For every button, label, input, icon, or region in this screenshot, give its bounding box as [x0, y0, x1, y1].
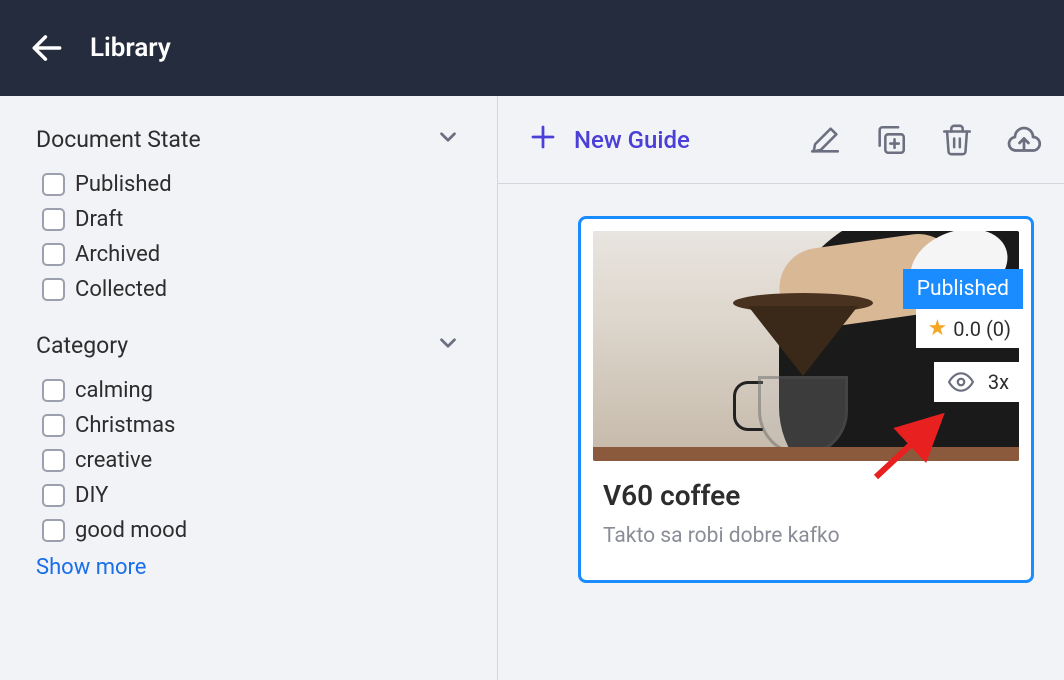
views-badge: 3x: [934, 362, 1023, 402]
filter-label: creative: [75, 448, 152, 473]
filter-option-published[interactable]: Published: [42, 172, 461, 197]
show-more-link[interactable]: Show more: [36, 555, 461, 580]
filter-option-archived[interactable]: Archived: [42, 242, 461, 267]
filter-option-christmas[interactable]: Christmas: [42, 413, 461, 438]
new-guide-button[interactable]: New Guide: [520, 110, 698, 170]
filter-label: Archived: [75, 242, 160, 267]
checkbox[interactable]: [42, 278, 65, 301]
rating-value: 0.0 (0): [953, 317, 1011, 341]
filter-title: Category: [36, 332, 128, 359]
filter-label: Draft: [75, 207, 123, 232]
filter-section-document-state: Document State Published Draft Archived: [36, 124, 461, 302]
checkbox[interactable]: [42, 414, 65, 437]
edit-button[interactable]: [808, 123, 842, 157]
app-header: Library: [0, 0, 1064, 96]
card-description: Takto sa robi dobre kafko: [603, 524, 1009, 548]
filter-label: calming: [75, 378, 153, 403]
filter-option-good-mood[interactable]: good mood: [42, 518, 461, 543]
filter-option-diy[interactable]: DIY: [42, 483, 461, 508]
upload-button[interactable]: [1006, 122, 1042, 158]
filter-title: Document State: [36, 126, 201, 153]
filter-label: good mood: [75, 518, 187, 543]
checkbox[interactable]: [42, 243, 65, 266]
filter-header-category[interactable]: Category: [36, 330, 461, 360]
eye-icon: [948, 369, 974, 395]
new-guide-label: New Guide: [574, 126, 690, 154]
status-badge: Published: [903, 269, 1023, 309]
checkbox[interactable]: [42, 173, 65, 196]
checkbox[interactable]: [42, 379, 65, 402]
filter-label: Collected: [75, 277, 167, 302]
checkbox[interactable]: [42, 449, 65, 472]
card-title: V60 coffee: [603, 479, 1009, 512]
chevron-down-icon: [435, 124, 461, 154]
filter-option-collected[interactable]: Collected: [42, 277, 461, 302]
plus-icon: [528, 122, 558, 158]
filter-label: Christmas: [75, 413, 175, 438]
back-button[interactable]: [28, 29, 66, 67]
chevron-down-icon: [435, 330, 461, 360]
guide-card[interactable]: Published ★ 0.0 (0) 3x: [578, 216, 1034, 583]
filter-label: DIY: [75, 483, 108, 508]
filter-header-document-state[interactable]: Document State: [36, 124, 461, 154]
filter-sidebar: Document State Published Draft Archived: [0, 96, 497, 680]
delete-button[interactable]: [940, 123, 974, 157]
filter-option-creative[interactable]: creative: [42, 448, 461, 473]
filter-label: Published: [75, 172, 172, 197]
filter-option-draft[interactable]: Draft: [42, 207, 461, 232]
filter-option-calming[interactable]: calming: [42, 378, 461, 403]
copy-button[interactable]: [874, 123, 908, 157]
main-content: New Guide: [497, 96, 1064, 680]
star-icon: ★: [928, 316, 948, 341]
checkbox[interactable]: [42, 484, 65, 507]
views-value: 3x: [988, 370, 1009, 394]
checkbox[interactable]: [42, 519, 65, 542]
checkbox[interactable]: [42, 208, 65, 231]
toolbar: New Guide: [498, 96, 1064, 184]
filter-section-category: Category calming Christmas creative: [36, 330, 461, 580]
page-title: Library: [90, 33, 171, 63]
rating-badge: ★ 0.0 (0): [916, 309, 1024, 348]
